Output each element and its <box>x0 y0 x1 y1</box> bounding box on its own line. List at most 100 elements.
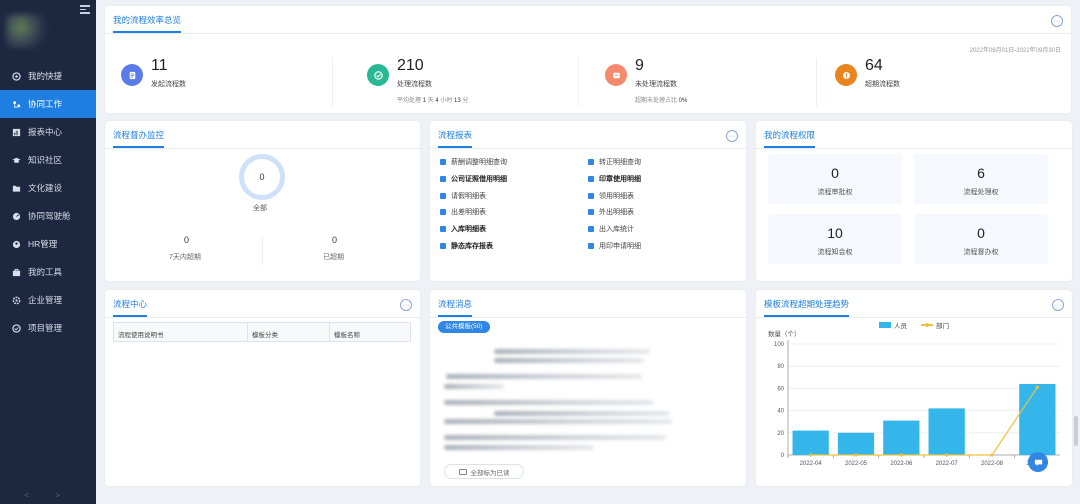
sidebar-item[interactable]: 我的工具 <box>0 258 96 286</box>
sidebar-item[interactable]: HR管理 <box>0 230 96 258</box>
sidebar-item[interactable]: 我的快捷 <box>0 62 96 90</box>
divider <box>105 148 420 149</box>
monitor-title: 流程督办监控 <box>113 129 165 148</box>
mail-icon <box>458 468 467 475</box>
bar[interactable] <box>883 420 920 455</box>
line-point[interactable] <box>854 453 858 457</box>
report-bullet-icon <box>440 192 446 199</box>
report-link[interactable]: 请假明细表 <box>440 191 486 201</box>
mark-all-read-button[interactable]: 全部标为已读 <box>444 464 524 479</box>
due-7days-value[interactable]: 0 <box>184 235 189 245</box>
y-tick-label: 100 <box>774 342 785 348</box>
menu-collapse-icon[interactable] <box>80 5 90 14</box>
sidebar-item-label: 协同工作 <box>28 99 63 109</box>
column-header[interactable]: 模板名称 <box>330 323 410 341</box>
blurred-message[interactable] <box>444 400 654 405</box>
report-label: 入库明细表 <box>451 226 486 234</box>
report-link[interactable]: 领用明细表 <box>588 191 634 201</box>
blurred-message[interactable] <box>494 349 650 354</box>
line-point[interactable] <box>1035 385 1039 389</box>
blurred-message[interactable] <box>444 445 594 450</box>
avg-processing-time: 平均处理 1 天 4 小时 13 分 <box>397 98 469 104</box>
report-label: 领用明细表 <box>599 192 634 200</box>
x-tick-label: 2022-06 <box>890 461 913 467</box>
overdue-value[interactable]: 0 <box>332 235 337 245</box>
y-tick-label: 40 <box>777 409 784 415</box>
report-bullet-icon <box>588 209 594 216</box>
due-7days-label: 7天内超期 <box>169 254 201 261</box>
sidebar-pager[interactable]: < > <box>0 491 96 500</box>
line-point[interactable] <box>809 453 813 457</box>
bar[interactable] <box>837 432 875 455</box>
line-point[interactable] <box>945 453 949 457</box>
blurred-message[interactable] <box>444 435 666 440</box>
stat-label: 未处理流程数 <box>635 81 677 88</box>
messages-title: 流程消息 <box>438 298 473 317</box>
line-point[interactable] <box>990 453 994 457</box>
perm-label: 流程督办权 <box>963 249 999 256</box>
scrollbar-thumb[interactable] <box>1074 416 1078 446</box>
bar[interactable] <box>792 430 829 455</box>
report-link[interactable]: 外出明细表 <box>588 207 634 217</box>
stat-overdue[interactable]: 64 超期流程数 <box>819 52 1047 110</box>
report-bullet-icon <box>588 175 594 182</box>
sidebar-item[interactable]: 报表中心 <box>0 118 96 146</box>
line-point[interactable] <box>899 453 903 457</box>
sidebar-item[interactable]: 知识社区 <box>0 146 96 174</box>
chat-fab-button[interactable] <box>1028 452 1048 472</box>
public-template-tab[interactable]: 公共模板(50) <box>438 321 490 333</box>
report-link[interactable]: 入库明细表 <box>440 224 486 234</box>
perm-approve[interactable]: 0 流程审批权 <box>768 154 902 204</box>
stat-processed[interactable]: 210 处理流程数 平均处理 1 天 4 小时 13 分 <box>351 52 579 110</box>
blurred-message[interactable] <box>494 358 644 363</box>
report-link[interactable]: 印章使用明细 <box>588 174 641 184</box>
report-bullet-icon <box>440 209 446 216</box>
report-link[interactable]: 转正明细查询 <box>588 157 641 167</box>
blurred-message[interactable] <box>446 374 642 379</box>
total-ring[interactable]: 0 <box>239 154 285 200</box>
sidebar-item[interactable]: 文化建设 <box>0 174 96 202</box>
project-icon <box>12 323 21 333</box>
bar[interactable] <box>1019 383 1056 455</box>
blurred-message[interactable] <box>444 419 672 424</box>
perm-value: 10 <box>827 225 843 241</box>
gear-icon <box>12 296 21 305</box>
report-bullet-icon <box>440 243 446 249</box>
blurred-message[interactable] <box>494 411 670 416</box>
column-header[interactable]: 流程使用说明书 <box>114 323 248 341</box>
divider <box>430 148 746 149</box>
more-icon[interactable]: ··· <box>400 299 412 311</box>
report-link[interactable]: 静态库存报表 <box>440 241 493 251</box>
report-link[interactable]: 出入库统计 <box>588 224 634 234</box>
blurred-message[interactable] <box>444 384 504 389</box>
reports-card: 流程报表 ··· 薪酬调整明细查询 公司证照借用明细 请假明细表 出差明细表 入库明细表… <box>430 121 746 281</box>
stat-unprocessed[interactable]: 9 未处理流程数 超期未处理占比 0% <box>589 52 817 110</box>
stat-initiated[interactable]: 11 发起流程数 <box>105 52 333 110</box>
bar[interactable] <box>928 408 965 455</box>
x-tick-label: 2022-08 <box>981 461 1004 467</box>
permissions-title: 我的流程权限 <box>764 129 816 148</box>
perm-notify[interactable]: 10 流程知会权 <box>768 214 902 264</box>
more-icon[interactable]: ··· <box>726 130 738 142</box>
sidebar-item[interactable]: 协同驾驶舱 <box>0 202 96 230</box>
perm-supervise[interactable]: 0 流程督办权 <box>914 214 1048 264</box>
sidebar-item[interactable]: 协同工作 <box>0 90 96 118</box>
report-link[interactable]: 公司证照借用明细 <box>440 174 507 184</box>
flow-center-card: 流程中心 ··· 流程使用说明书 模板分类 模板名称 <box>105 290 420 486</box>
perm-handle[interactable]: 6 流程处理权 <box>914 154 1048 204</box>
stat-label: 发起流程数 <box>151 81 186 88</box>
report-link[interactable]: 出差明细表 <box>440 207 486 217</box>
divider <box>105 317 420 318</box>
perm-label: 流程审批权 <box>817 189 853 196</box>
sidebar-item[interactable]: 项目管理 <box>0 314 96 342</box>
sidebar-item[interactable]: 企业管理 <box>0 286 96 314</box>
column-header[interactable]: 模板分类 <box>248 323 330 341</box>
report-link[interactable]: 用印申请明细 <box>588 241 641 251</box>
x-tick-label: 2022-04 <box>800 461 823 467</box>
hr-icon <box>12 240 21 249</box>
more-icon[interactable]: ··· <box>1051 15 1063 27</box>
perm-value: 0 <box>831 165 839 181</box>
sidebar-menu: 我的快捷协同工作报表中心 知识社区 文化建设 协同驾驶舱 HR管理 我的工具 企业管理 项目管… <box>0 62 96 342</box>
report-link[interactable]: 薪酬调整明细查询 <box>440 157 507 167</box>
report-label: 出入库统计 <box>599 226 634 234</box>
